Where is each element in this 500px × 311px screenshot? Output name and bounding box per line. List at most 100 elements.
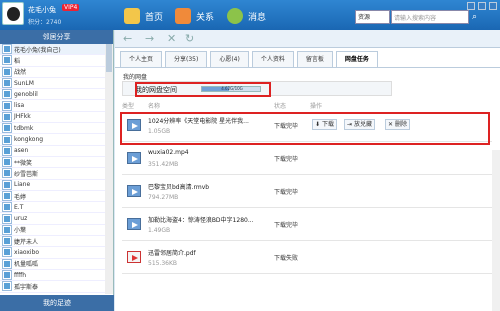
avatar-icon (2, 89, 12, 100)
tab-0[interactable]: 个人主页 (120, 51, 163, 67)
sidebar-item[interactable]: genoblil (0, 89, 106, 101)
nav-home[interactable]: 首页 (124, 6, 163, 26)
tab-3[interactable]: 个人资料 (251, 51, 294, 67)
top-bar: 花毛小兔 VIP4 积分：2740 首页 关系 消息 资源 请输入搜索内容 ⌕ (0, 0, 500, 30)
avatar-icon (2, 258, 12, 269)
pdf-icon (127, 251, 141, 263)
nav-relations[interactable]: 关系 (175, 6, 214, 26)
username[interactable]: 花毛小兔 (28, 5, 56, 15)
file-name: 迅雷邻居简介.pdf (148, 250, 196, 257)
sidebar-item[interactable]: ffffh (0, 270, 106, 282)
avatar-icon (2, 44, 12, 55)
sidebar-item[interactable]: tdbmk (0, 123, 106, 135)
highlight-disk-space (135, 82, 271, 97)
back-icon[interactable]: ← (123, 33, 132, 45)
avatar-icon (2, 179, 12, 190)
sidebar-item[interactable]: 毛婷 (0, 191, 106, 203)
refresh-icon[interactable]: ↻ (185, 33, 194, 45)
column-header: 类型 名称 状态 操作 (122, 103, 323, 110)
tab-2[interactable]: 心愿(4) (210, 51, 249, 67)
file-name: 巴黎宝贝bd高清.rmvb (148, 184, 210, 191)
stop-icon[interactable]: ✕ (167, 33, 176, 45)
avatar-icon (2, 100, 12, 111)
avatar-icon (2, 168, 12, 179)
sidebar-item[interactable]: asen (0, 145, 106, 157)
sidebar: 邻居分享 花毛小兔(我自己) 稻战然 SunLM genoblil lisa JHFkk t… (0, 30, 114, 311)
video-icon (127, 218, 141, 230)
close-icon[interactable] (489, 2, 497, 10)
main-panel: ← → ✕ ↻ 个人主页 分享(35) 心愿(4) 个人资料 留言板 网盘任务 我的网盘 … (115, 30, 500, 311)
tab-5[interactable]: 网盘任务 (335, 51, 378, 67)
sidebar-item[interactable]: 婕芹未人 (0, 236, 106, 248)
score-label: 积分：2740 (28, 19, 62, 26)
nav-messages[interactable]: 消息 (227, 6, 266, 26)
sidebar-item[interactable]: Liane (0, 179, 106, 191)
maximize-icon[interactable] (478, 2, 486, 10)
file-name: wuxia02.mp4 (148, 149, 189, 156)
file-size: 794.27MB (148, 194, 179, 201)
sidebar-title: 邻居分享 (0, 30, 113, 44)
file-row[interactable]: wuxia02.mp4 351.42MB 下载完毕 (122, 143, 492, 175)
search-input[interactable]: 请输入搜索内容 (391, 10, 469, 24)
avatar-icon (2, 145, 12, 156)
minimize-icon[interactable] (467, 2, 475, 10)
sidebar-item[interactable]: 稻 (0, 55, 106, 67)
sidebar-item[interactable]: JHFkk (0, 111, 106, 124)
home-icon (124, 8, 140, 24)
sidebar-item[interactable]: 机量呱呱 (0, 258, 106, 270)
file-name: 加勒比海盗4：惊涛怪浪BD中字1280... (148, 217, 254, 224)
toolbar: ← → ✕ ↻ (115, 30, 500, 48)
avatar-icon (2, 157, 12, 168)
avatar-icon (2, 123, 12, 134)
file-row[interactable]: 加勒比海盗4：惊涛怪浪BD中字1280... 1.49GB 下载完毕 (122, 209, 492, 241)
file-status: 下载失败 (274, 255, 299, 262)
sidebar-item[interactable]: **微笑 (0, 157, 106, 169)
avatar-icon (2, 78, 12, 89)
sidebar-scrollbar[interactable] (105, 44, 113, 294)
avatar-icon (2, 281, 12, 292)
search-icon[interactable]: ⌕ (472, 10, 486, 24)
file-status: 下载完毕 (274, 156, 299, 163)
tab-4[interactable]: 留言板 (296, 51, 333, 67)
sidebar-item[interactable]: 小葉 (0, 224, 106, 237)
avatar-icon (2, 111, 12, 122)
file-row[interactable]: 迅雷邻居简介.pdf 515.36KB 下载失败 (122, 242, 492, 274)
sidebar-item[interactable]: E.T (0, 202, 106, 214)
avatar-icon (2, 191, 12, 201)
message-icon (227, 8, 243, 24)
vip-badge: VIP4 (62, 4, 80, 11)
sidebar-item[interactable]: kongkong (0, 134, 106, 146)
avatar-icon (2, 134, 12, 145)
avatar-icon (2, 213, 12, 224)
tab-1[interactable]: 分享(35) (165, 51, 208, 67)
avatar[interactable] (2, 2, 24, 25)
sidebar-item[interactable]: SunLM (0, 78, 106, 90)
file-size: 515.36KB (148, 260, 178, 267)
sidebar-item[interactable]: 战然 (0, 66, 106, 78)
video-icon (127, 152, 141, 164)
section-title: 我的网盘 (123, 74, 148, 81)
sidebar-item[interactable]: 孤宇斯泰 (0, 281, 106, 293)
avatar-icon (2, 202, 12, 213)
neighbor-list: 花毛小兔(我自己) 稻战然 SunLM genoblil lisa JHFkk tdbmk k… (0, 44, 106, 294)
sidebar-item[interactable]: uruz (0, 213, 106, 225)
sidebar-item[interactable]: lisa (0, 100, 106, 112)
avatar-icon (2, 270, 12, 281)
file-size: 351.42MB (148, 161, 179, 168)
window-controls (467, 2, 497, 10)
search-type-select[interactable]: 资源 (355, 10, 390, 24)
main-scrollbar[interactable] (492, 150, 500, 311)
file-status: 下载完毕 (274, 189, 299, 196)
sidebar-item[interactable]: 花毛小兔(我自己) (0, 44, 106, 56)
file-status: 下载完毕 (274, 222, 299, 229)
sidebar-item[interactable]: 纱雪芭斯 (0, 168, 106, 180)
forward-icon[interactable]: → (145, 33, 154, 45)
sidebar-item[interactable]: xiaoxibo (0, 247, 106, 259)
avatar-icon (2, 224, 12, 235)
avatar-icon (2, 55, 12, 66)
my-footprint-button[interactable]: 我的足迹 (0, 295, 114, 311)
highlight-first-file (120, 112, 490, 145)
avatar-icon (2, 236, 12, 247)
relations-icon (175, 8, 191, 24)
file-row[interactable]: 巴黎宝贝bd高清.rmvb 794.27MB 下载完毕 (122, 176, 492, 208)
